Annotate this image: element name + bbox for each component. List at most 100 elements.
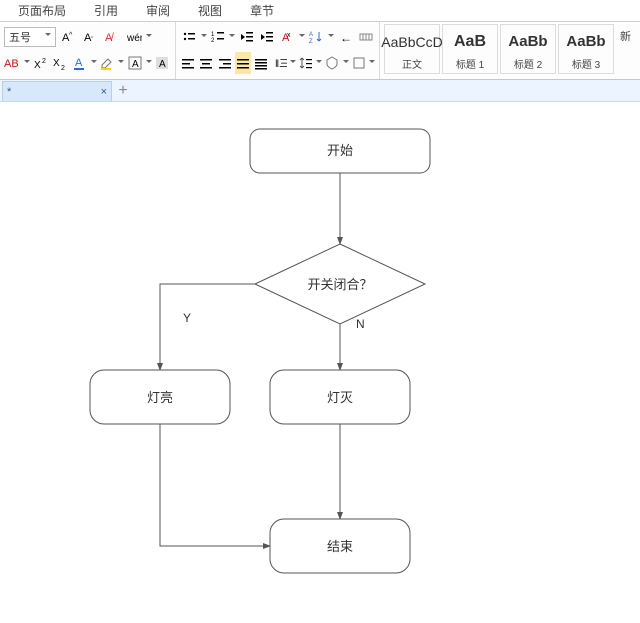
align-left-button[interactable] [180, 52, 196, 74]
flow-node-off-label: 灯灭 [327, 390, 353, 405]
highlight-button[interactable] [99, 52, 117, 74]
style-body-label: 正文 [402, 56, 422, 71]
shading-dropdown-icon [343, 56, 349, 70]
numbering-dropdown-icon [229, 30, 235, 44]
svg-text:A: A [84, 32, 92, 44]
style-heading2-label: 标题 2 [514, 56, 542, 71]
svg-text:X: X [34, 60, 41, 70]
font-size-value: 五号 [9, 29, 31, 45]
text-direction-dropdown-icon [290, 56, 296, 70]
flow-edge-on-end [160, 424, 270, 546]
decrease-indent-button[interactable] [237, 26, 256, 48]
char-border-dropdown-icon [146, 56, 152, 70]
svg-text:A: A [309, 32, 313, 38]
shading-button[interactable] [324, 52, 340, 74]
line-spacing-button[interactable] [298, 52, 314, 74]
ribbon-bar: 五号 A^ Aˇ A̸ wén AB X2 X2 A A A 12 [0, 22, 640, 80]
ribbon-group-font: 五号 A^ Aˇ A̸ wén AB X2 X2 A A A [0, 22, 176, 79]
document-tab-1-mark: * [7, 86, 11, 98]
flow-node-start-label: 开始 [327, 143, 353, 158]
tab-page-layout[interactable]: 页面布局 [4, 0, 80, 22]
svg-text:2: 2 [211, 38, 215, 44]
char-border-button[interactable]: A [126, 52, 144, 74]
borders-dropdown-icon [369, 56, 375, 70]
highlight-dropdown-icon [118, 56, 124, 70]
flow-edge-label-n: N [356, 317, 365, 331]
tab-review[interactable]: 审阅 [132, 0, 184, 22]
bullets-button[interactable] [180, 26, 199, 48]
font-size-select[interactable]: 五号 [4, 27, 56, 47]
svg-text:2: 2 [61, 65, 65, 70]
text-effects-dropdown-icon [299, 30, 305, 44]
change-case-dropdown-icon [24, 56, 30, 70]
document-canvas[interactable]: 开始 开关闭合？ 灯亮 灯灭 结束 Y N [0, 102, 640, 623]
increase-indent-button[interactable] [258, 26, 277, 48]
align-center-button[interactable] [198, 52, 214, 74]
svg-text:ˇ: ˇ [91, 37, 94, 44]
show-marks-button[interactable]: ← [336, 26, 355, 48]
font-size-dropdown-icon [45, 31, 51, 43]
align-distribute-button[interactable] [253, 52, 269, 74]
text-direction-button[interactable]: ‖三 [272, 52, 288, 74]
grow-font-button[interactable]: A^ [58, 26, 78, 48]
style-heading1-preview: AaB [454, 28, 486, 56]
ribbon-group-paragraph: 12 Ax AZ ← ‖三 [176, 22, 380, 79]
sort-dropdown-icon [328, 30, 334, 44]
flow-edge-decision-on [160, 284, 255, 370]
line-spacing-dropdown-icon [316, 56, 322, 70]
clear-format-button[interactable]: A̸ [102, 26, 122, 48]
char-shading-button[interactable]: A [154, 52, 172, 74]
style-heading3-label: 标题 3 [572, 56, 600, 71]
svg-text:‖三: ‖三 [275, 59, 287, 70]
superscript-button[interactable]: X2 [32, 52, 50, 74]
svg-text:x: x [287, 32, 291, 39]
align-justify-button[interactable] [235, 52, 251, 74]
svg-text:1: 1 [211, 32, 215, 38]
svg-text:A: A [282, 32, 290, 44]
sort-button[interactable]: AZ [307, 26, 326, 48]
document-tabs: * × + [0, 80, 640, 102]
align-right-button[interactable] [217, 52, 233, 74]
flow-edge-label-y: Y [183, 311, 191, 325]
ribbon-group-styles: AaBbCcD 正文 AaB 标题 1 AaBb 标题 2 AaBb 标题 3 … [380, 22, 631, 79]
svg-text:A: A [75, 57, 83, 69]
svg-text:Z: Z [309, 39, 313, 44]
style-heading1[interactable]: AaB 标题 1 [442, 24, 498, 74]
svg-text:A̸: A̸ [105, 32, 114, 44]
flowchart: 开始 开关闭合？ 灯亮 灯灭 结束 Y N [0, 102, 640, 623]
phonetic-guide-button[interactable]: wén [124, 26, 144, 48]
flow-node-end-label: 结束 [327, 539, 353, 554]
style-body[interactable]: AaBbCcD 正文 [384, 24, 440, 74]
svg-text:A: A [132, 59, 139, 70]
style-heading1-label: 标题 1 [456, 56, 484, 71]
text-effects-button[interactable]: Ax [279, 26, 298, 48]
style-body-preview: AaBbCcD [381, 28, 442, 56]
borders-button[interactable] [351, 52, 367, 74]
svg-text:AB: AB [4, 58, 19, 70]
tab-view[interactable]: 视图 [184, 0, 236, 22]
document-tab-1-close-icon[interactable]: × [101, 86, 107, 98]
tab-chapters[interactable]: 章节 [236, 0, 288, 22]
flow-node-decision-label: 开关闭合？ [307, 277, 372, 292]
style-heading2[interactable]: AaBb 标题 2 [500, 24, 556, 74]
tabs-ruler-button[interactable] [356, 26, 375, 48]
style-heading2-preview: AaBb [508, 28, 547, 56]
svg-text:A: A [159, 59, 166, 70]
style-heading3[interactable]: AaBb 标题 3 [558, 24, 614, 74]
new-style-button[interactable]: 新 [616, 24, 631, 79]
numbering-button[interactable]: 12 [209, 26, 228, 48]
shrink-font-button[interactable]: Aˇ [80, 26, 100, 48]
font-color-dropdown-icon [91, 56, 97, 70]
document-tab-1[interactable]: * × [2, 81, 112, 101]
svg-text:^: ^ [69, 32, 73, 39]
svg-text:X: X [53, 58, 60, 69]
subscript-button[interactable]: X2 [52, 52, 70, 74]
tab-references[interactable]: 引用 [80, 0, 132, 22]
svg-text:A: A [62, 32, 70, 44]
font-color-button[interactable]: A [71, 52, 89, 74]
ribbon-tabs: 页面布局 引用 审阅 视图 章节 [0, 0, 640, 22]
change-case-button[interactable]: AB [4, 52, 22, 74]
svg-text:←: ← [340, 31, 352, 44]
svg-text:wén: wén [126, 33, 142, 44]
add-document-tab-button[interactable]: + [112, 81, 134, 101]
